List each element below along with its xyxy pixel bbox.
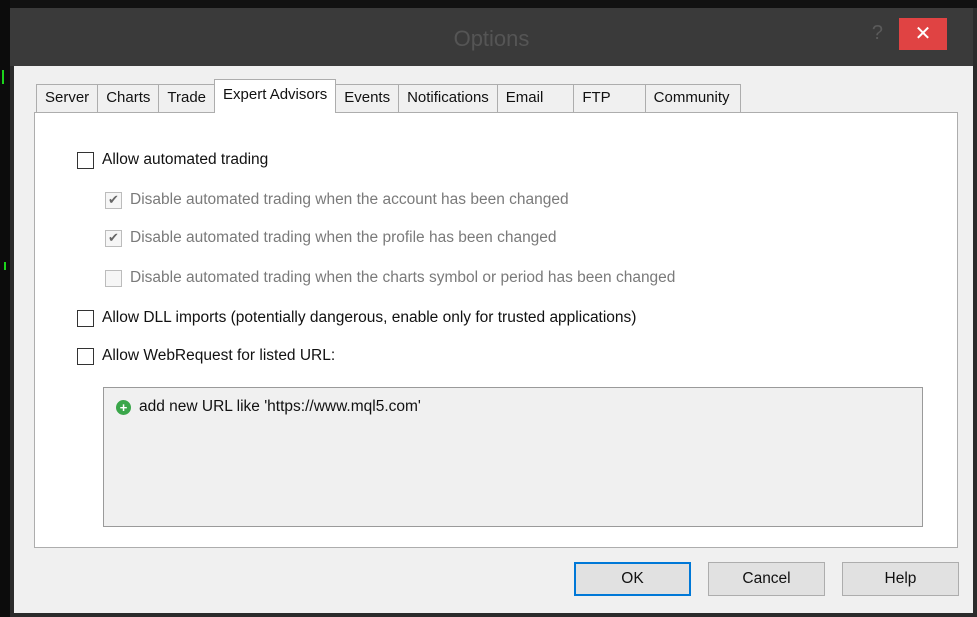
add-url-item[interactable]: + add new URL like 'https://www.mql5.com…	[116, 398, 421, 416]
background-chart-top	[10, 0, 977, 8]
option-allow-dll-imports[interactable]: Allow DLL imports (potentially dangerous…	[77, 309, 636, 327]
allow-dll-imports-checkbox[interactable]	[77, 309, 94, 327]
option-label: Allow automated trading	[102, 151, 269, 168]
option-label: Disable automated trading when the chart…	[130, 269, 676, 286]
tab-server[interactable]: Server	[36, 84, 99, 112]
allow-automated-trading-checkbox[interactable]	[77, 151, 94, 169]
help-icon[interactable]: ?	[872, 22, 883, 45]
ok-button[interactable]: OK	[574, 562, 691, 596]
tab-charts[interactable]: Charts	[97, 84, 160, 112]
checkmark-icon: ✔	[108, 192, 119, 207]
tab-expert-advisors[interactable]: Expert Advisors	[214, 79, 337, 113]
background-chart	[0, 0, 10, 617]
tab-community[interactable]: Community	[644, 84, 741, 112]
checkmark-icon: ✔	[108, 230, 119, 245]
window-title: Options	[453, 26, 530, 51]
tab-email[interactable]: Email	[496, 84, 575, 112]
disable-on-account-change-checkbox[interactable]: ✔	[105, 191, 122, 209]
option-allow-automated-trading[interactable]: Allow automated trading	[77, 151, 268, 169]
tab-strip: Server Charts Trade Expert Advisors Even…	[36, 78, 741, 113]
option-disable-on-symbol-change[interactable]: Disable automated trading when the chart…	[105, 269, 675, 287]
add-icon: +	[116, 399, 131, 415]
tab-ftp[interactable]: FTP	[573, 84, 646, 112]
disable-on-profile-change-checkbox[interactable]: ✔	[105, 229, 122, 247]
option-disable-on-account-change[interactable]: ✔ Disable automated trading when the acc…	[105, 191, 569, 209]
disable-on-symbol-change-checkbox[interactable]	[105, 269, 122, 287]
option-label: Allow WebRequest for listed URL:	[102, 347, 336, 364]
option-disable-on-profile-change[interactable]: ✔ Disable automated trading when the pro…	[105, 229, 557, 247]
allow-webrequest-checkbox[interactable]	[77, 347, 94, 365]
title-bar[interactable]: Options ? ✕	[10, 8, 973, 66]
chart-line-mark	[4, 262, 6, 270]
expert-advisors-panel: Allow automated trading ✔ Disable automa…	[34, 112, 958, 548]
tab-notifications[interactable]: Notifications	[398, 84, 498, 112]
url-list[interactable]: + add new URL like 'https://www.mql5.com…	[103, 387, 923, 527]
dialog-body: Server Charts Trade Expert Advisors Even…	[14, 66, 973, 613]
help-button[interactable]: Help	[842, 562, 959, 596]
chart-line-mark	[2, 70, 4, 84]
options-dialog: Options ? ✕ Server Charts Trade Expert A…	[0, 0, 977, 617]
option-label: Disable automated trading when the accou…	[130, 191, 569, 208]
close-button[interactable]: ✕	[899, 18, 947, 50]
tab-events[interactable]: Events	[335, 84, 400, 112]
cancel-button[interactable]: Cancel	[708, 562, 825, 596]
tab-trade[interactable]: Trade	[158, 84, 216, 112]
close-icon: ✕	[914, 23, 932, 45]
option-label: Allow DLL imports (potentially dangerous…	[102, 309, 637, 326]
option-allow-webrequest[interactable]: Allow WebRequest for listed URL:	[77, 347, 335, 365]
add-url-label: add new URL like 'https://www.mql5.com'	[139, 398, 421, 415]
option-label: Disable automated trading when the profi…	[130, 229, 557, 246]
